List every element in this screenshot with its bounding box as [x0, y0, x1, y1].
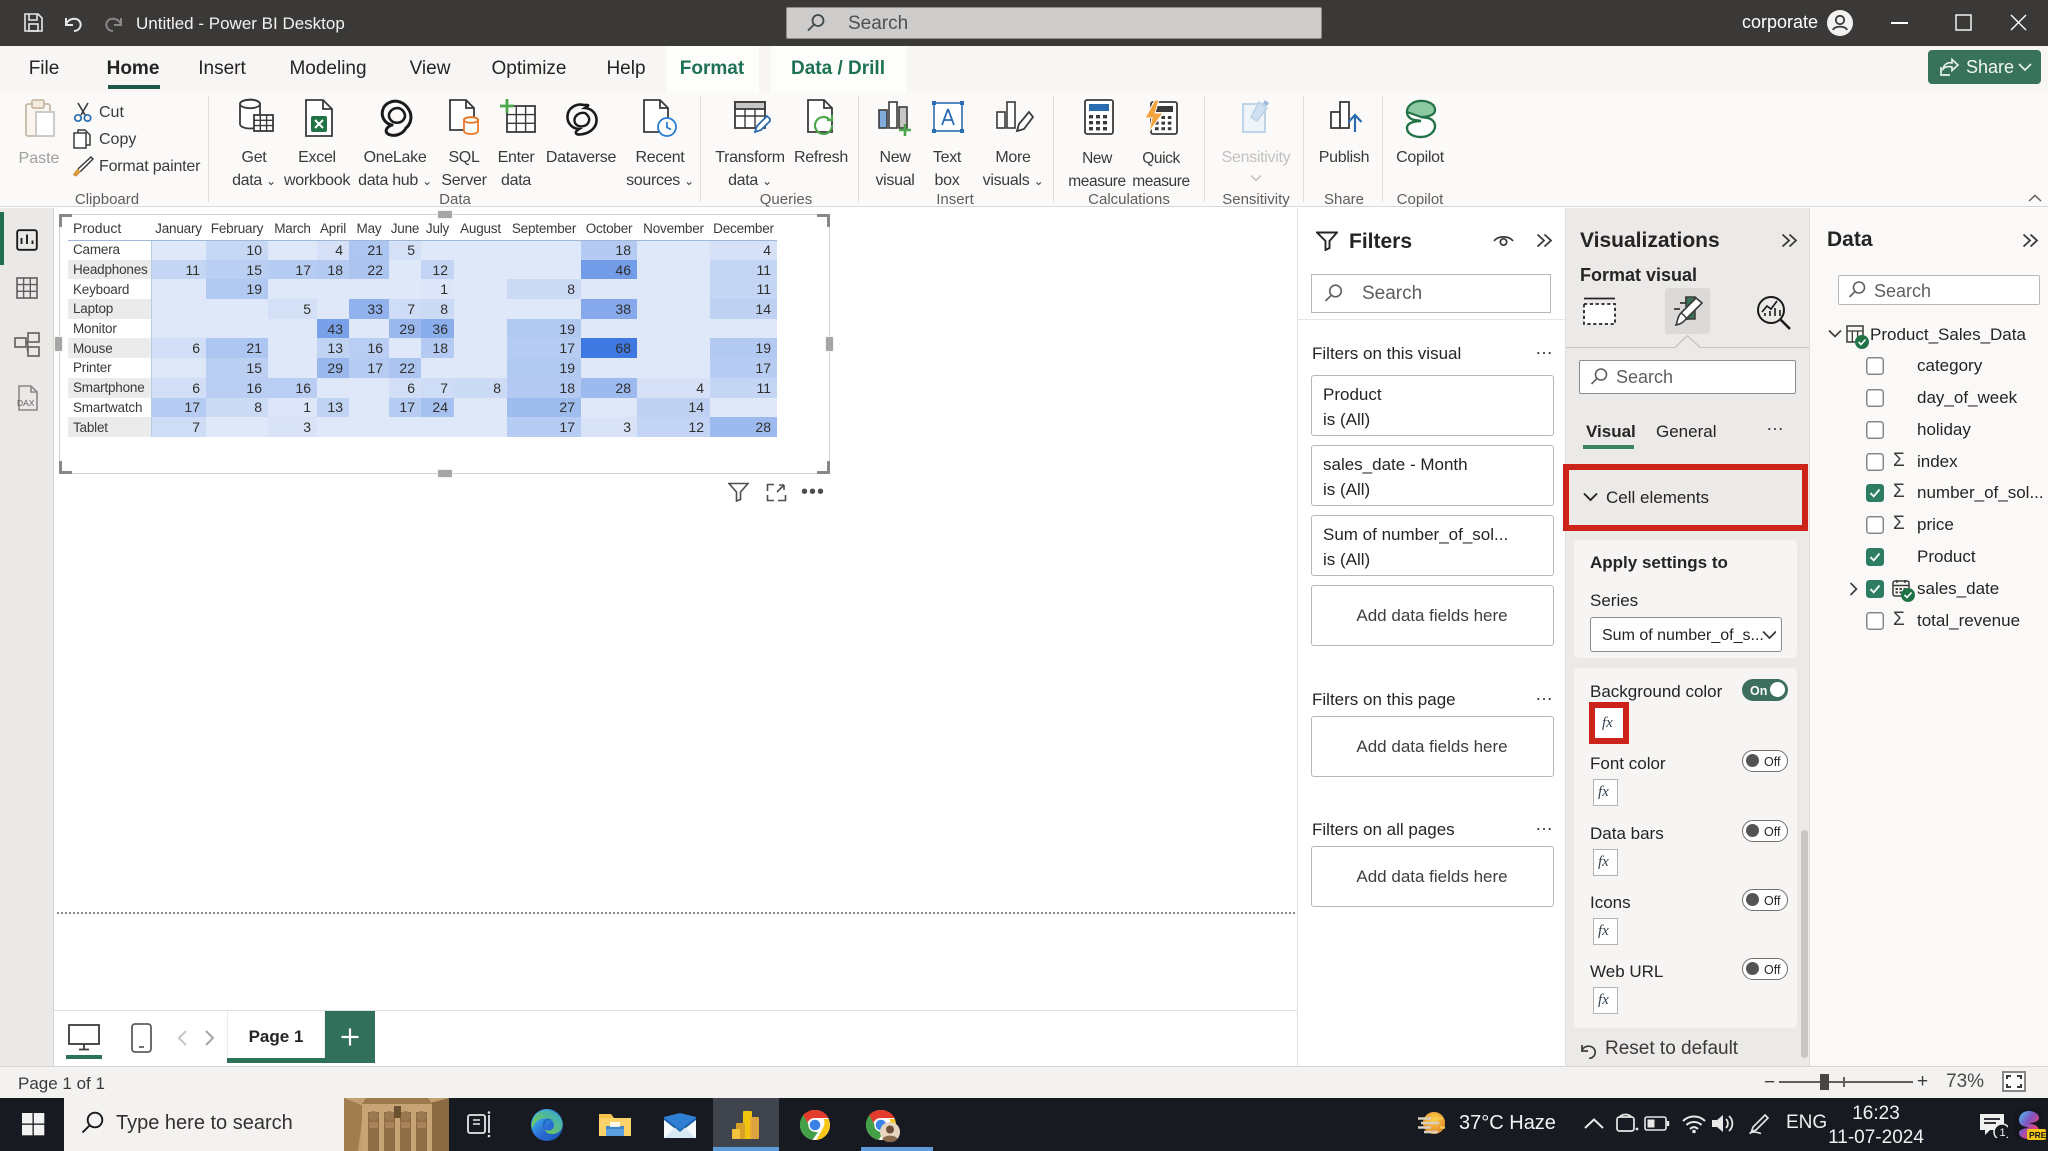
svg-text:PRE: PRE [2029, 1130, 2047, 1140]
svg-text:1: 1 [2000, 1127, 2006, 1138]
svg-text:DAX: DAX [17, 398, 35, 408]
